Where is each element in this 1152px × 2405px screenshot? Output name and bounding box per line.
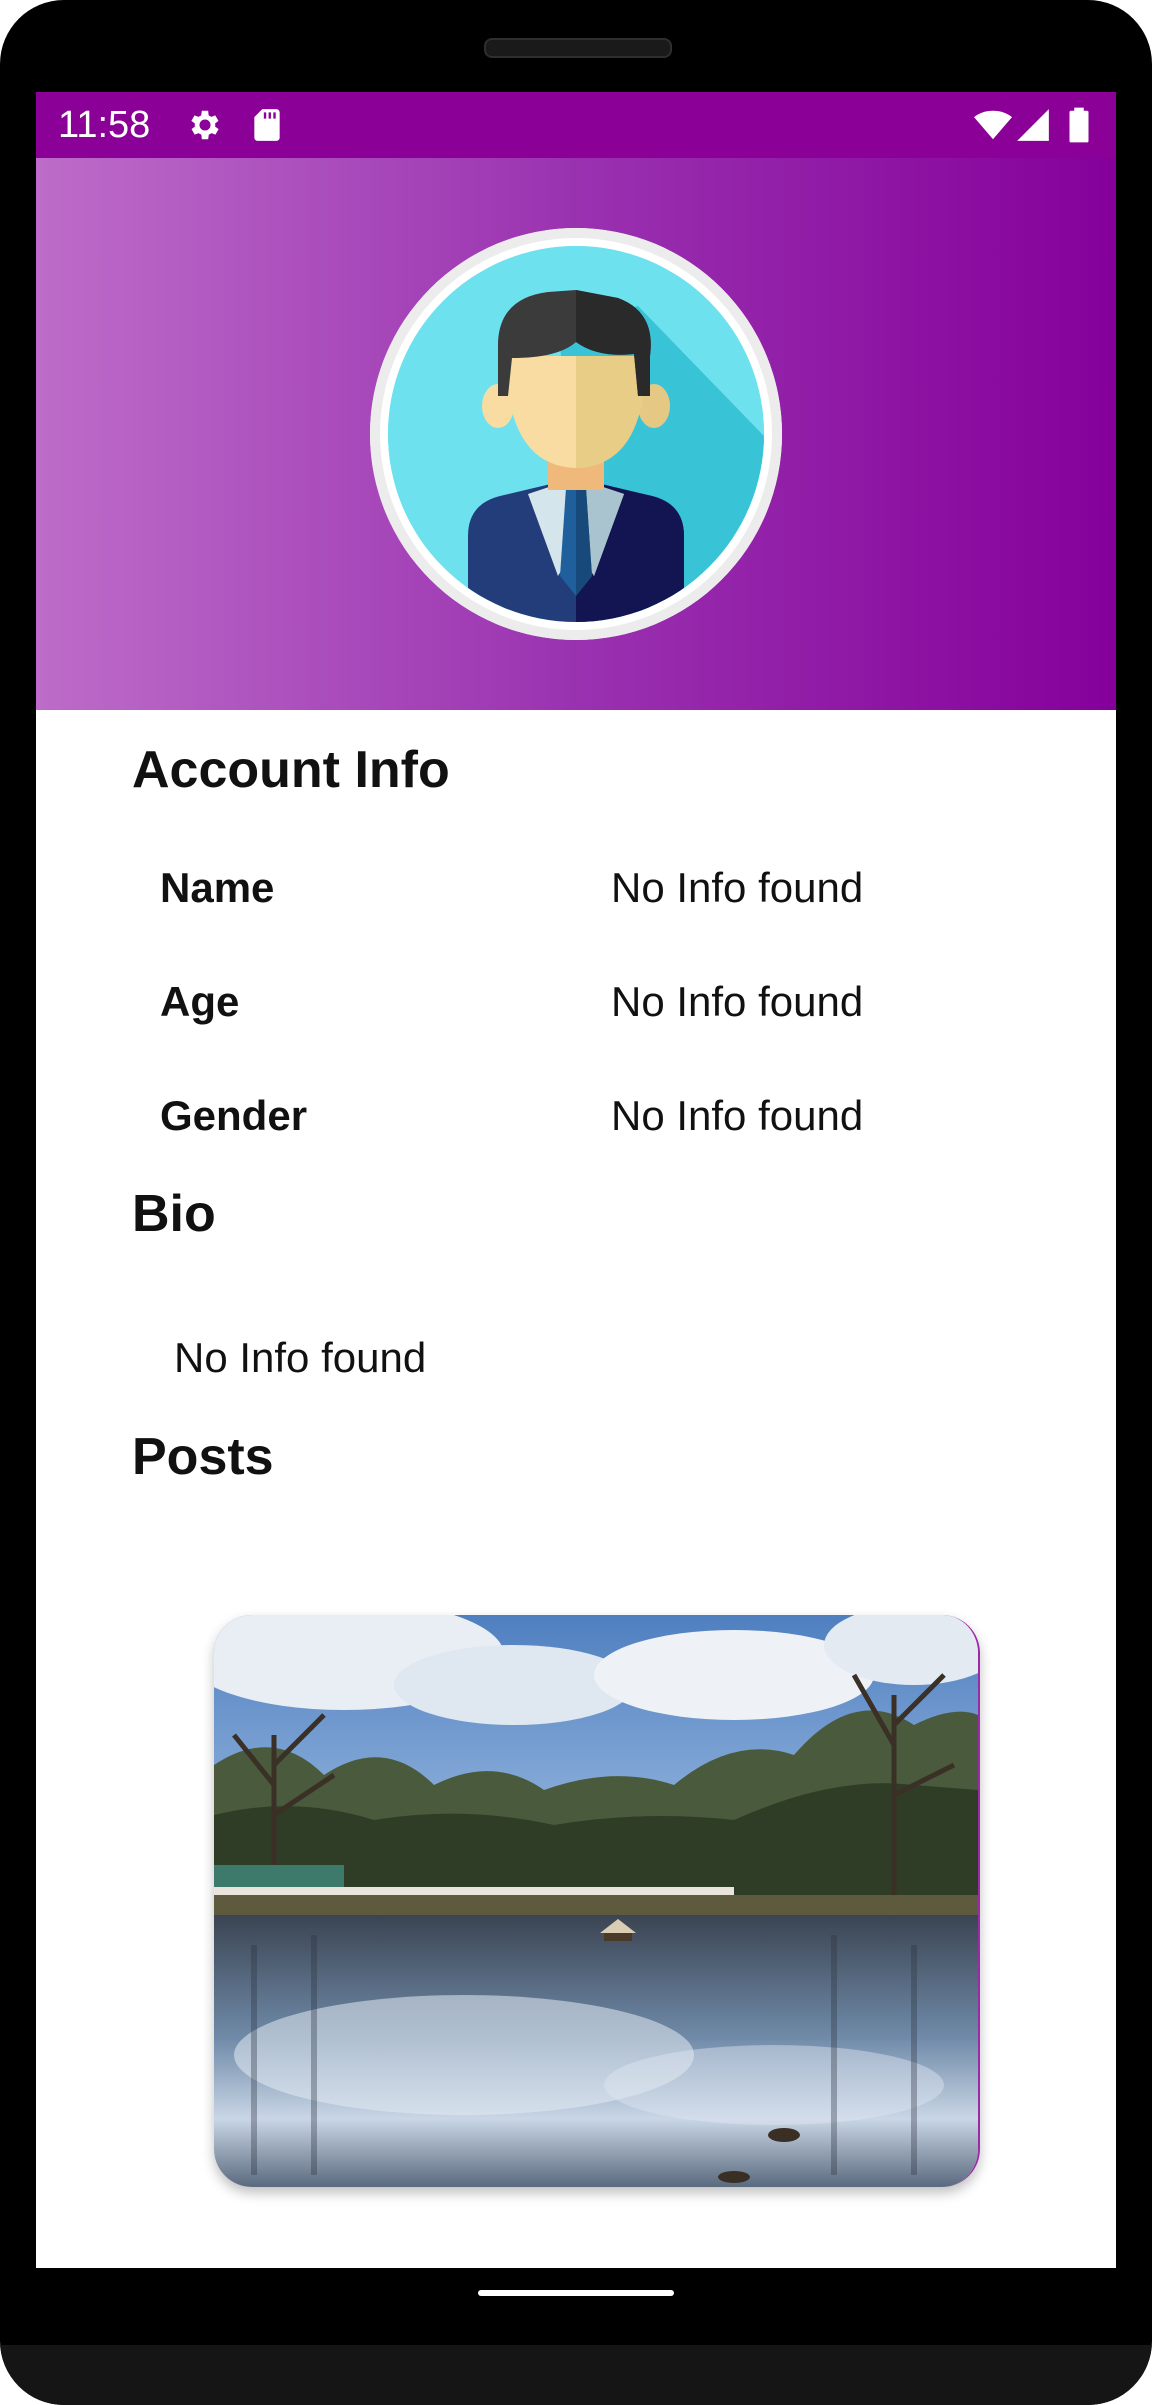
profile-header: [36, 158, 1116, 710]
status-time: 11:58: [58, 104, 151, 146]
status-bar: 11:58: [36, 92, 1116, 158]
age-label: Age: [160, 978, 240, 1025]
gender-label: Gender: [160, 1092, 308, 1139]
signal-icon: [1017, 109, 1049, 141]
businessman-avatar-icon: [388, 246, 764, 622]
sd-card-icon: [254, 109, 280, 141]
age-value: No Info found: [611, 978, 864, 1025]
battery-icon: [1069, 107, 1089, 143]
app-screen: 11:58 Account Info Name No Info found Ag…: [36, 92, 1116, 2268]
gender-value: No Info found: [611, 1092, 864, 1139]
earpiece-speaker: [484, 38, 672, 58]
phone-bottom-bezel: [0, 2345, 1152, 2405]
avatar-frame[interactable]: [370, 228, 782, 640]
lake-with-trees-photo: [214, 1615, 978, 2187]
name-value: No Info found: [611, 864, 864, 911]
bio-text: No Info found: [174, 1334, 427, 1381]
navigation-bar: [36, 2268, 1116, 2345]
name-label: Name: [160, 864, 275, 911]
home-indicator[interactable]: [478, 2290, 674, 2296]
account-info-heading: Account Info: [132, 741, 450, 799]
wifi-icon: [974, 110, 1012, 140]
phone-frame: 11:58 Account Info Name No Info found Ag…: [0, 0, 1152, 2405]
posts-heading: Posts: [132, 1428, 274, 1486]
post-image-card[interactable]: [214, 1615, 980, 2187]
gear-icon: [191, 110, 219, 140]
bio-heading: Bio: [132, 1185, 216, 1243]
